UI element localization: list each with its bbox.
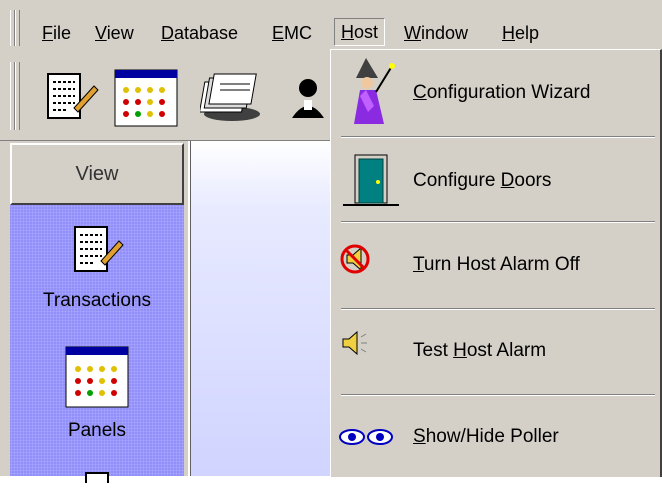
menu-file[interactable]: File: [36, 20, 77, 46]
menu-window[interactable]: Window: [398, 20, 474, 46]
wizard-icon: [354, 58, 395, 124]
door-icon: [343, 154, 399, 206]
menu-item-show-hide-poller[interactable]: Show/Hide Poller: [331, 398, 660, 478]
sidebar: View Transactions Panels: [0, 141, 188, 486]
menu-item-label: Turn Host Alarm Off: [413, 254, 580, 275]
toolbar-grip[interactable]: [15, 62, 20, 130]
toolbar-cardholders-button[interactable]: [198, 64, 264, 128]
eyes-icon: [339, 429, 393, 445]
menu-view[interactable]: View: [89, 20, 140, 46]
menu-separator: [341, 136, 655, 138]
transactions-icon: [74, 226, 124, 272]
menu-separator: [341, 221, 655, 223]
toolbar-person-button[interactable]: [282, 64, 330, 128]
menu-help[interactable]: Help: [496, 20, 545, 46]
menu-item-turn-host-alarm-off[interactable]: Turn Host Alarm Off: [331, 226, 660, 306]
sidebar-item-label: Transactions: [42, 290, 152, 311]
shortcut-bar: Transactions Panels: [10, 205, 184, 486]
toolbar-transactions-button[interactable]: [38, 64, 102, 128]
transactions-icon: [47, 73, 99, 119]
menu-item-configure-doors[interactable]: Configure Doors: [331, 142, 660, 222]
sidebar-item-transactions[interactable]: Transactions: [10, 223, 184, 312]
menu-database[interactable]: Database: [155, 20, 244, 46]
person-icon: [292, 79, 324, 118]
cardholders-icon: [198, 73, 260, 121]
menu-item-test-host-alarm[interactable]: Test Host Alarm: [331, 312, 660, 392]
speaker-icon: [342, 330, 367, 356]
menu-item-label: Test Host Alarm: [413, 340, 547, 361]
menu-host[interactable]: Host: [334, 18, 386, 46]
menubar-grip[interactable]: [15, 10, 20, 46]
menu-emc[interactable]: EMC: [266, 20, 318, 46]
sidebar-item-panels[interactable]: Panels: [10, 345, 184, 442]
menu-separator: [341, 394, 655, 396]
menu-item-label: Show/Hide Poller: [413, 426, 559, 447]
toolbar-panels-button[interactable]: [112, 64, 178, 128]
host-menu-dropdown: Configuration Wizard Configure Doors Tur…: [330, 49, 662, 477]
alarm-off-icon: [340, 244, 370, 274]
menu-item-configuration-wizard[interactable]: Configuration Wizard: [331, 54, 660, 134]
menu-bar: File View Database EMC Host Window Help: [0, 0, 662, 55]
view-button[interactable]: View: [10, 143, 184, 205]
sidebar-item-partial[interactable]: [10, 467, 184, 488]
sidebar-item-label: Panels: [67, 420, 127, 441]
panels-icon: [114, 69, 178, 127]
menu-item-label: Configuration Wizard: [413, 82, 591, 103]
panels-icon: [65, 346, 129, 408]
menu-item-label: Configure Doors: [413, 170, 552, 191]
document-icon: [85, 472, 109, 486]
